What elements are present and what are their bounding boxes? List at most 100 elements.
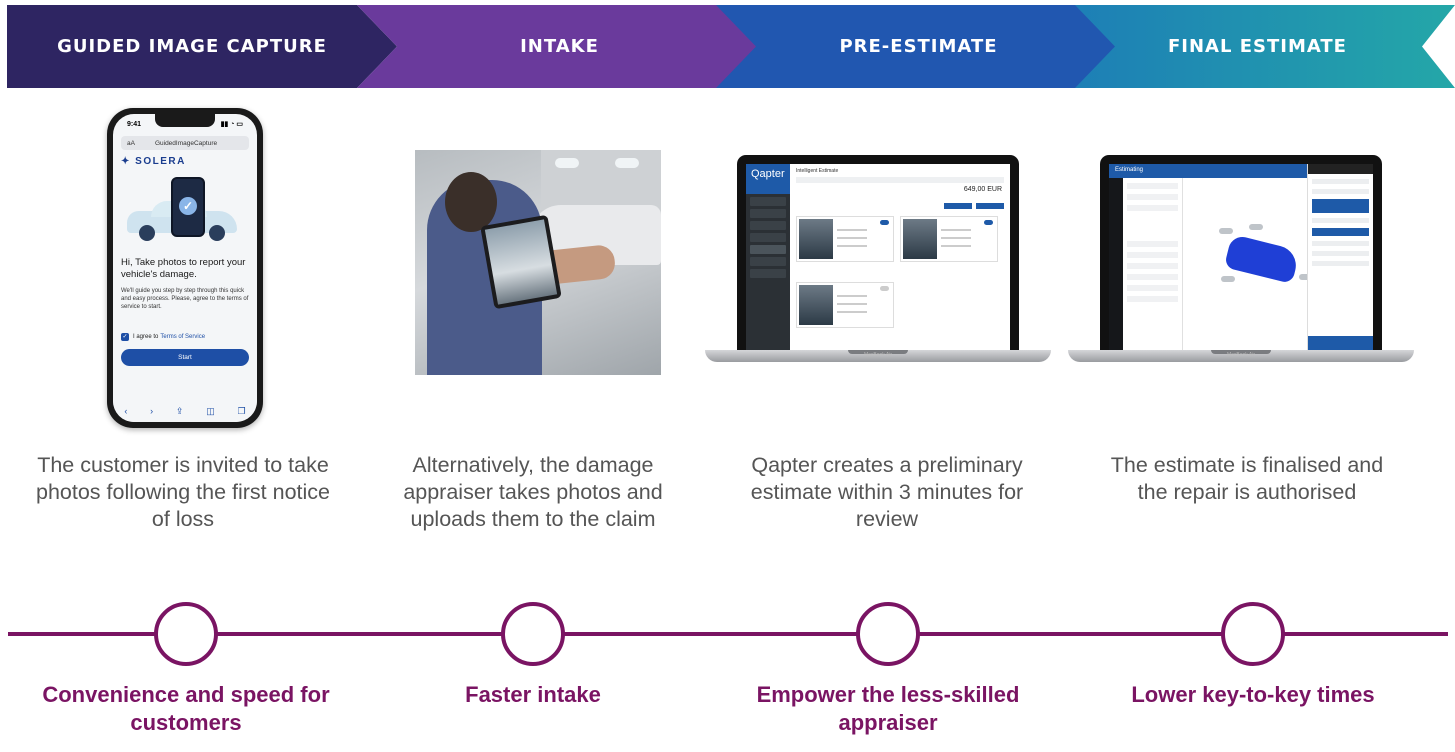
manual-button[interactable] bbox=[944, 203, 972, 209]
appraiser-photo bbox=[415, 150, 661, 375]
url-text: GuidedImageCapture bbox=[154, 139, 218, 147]
car-part[interactable] bbox=[1221, 276, 1235, 282]
qapter-screen: Qapter Intelligent Estimate 649,00 EUR bbox=[746, 164, 1010, 350]
nav-line[interactable] bbox=[1127, 274, 1178, 280]
ceiling-light bbox=[555, 158, 579, 168]
benefit-convenience: Convenience and speed for customers bbox=[42, 682, 330, 735]
toggle-switch[interactable] bbox=[984, 220, 993, 225]
benefit-faster-intake: Faster intake bbox=[465, 682, 601, 707]
estimate-price: 649,00 EUR bbox=[963, 186, 1002, 193]
appraiser-head bbox=[445, 172, 497, 232]
start-button[interactable]: Start bbox=[121, 349, 249, 366]
phone-illustration: ✓ bbox=[171, 177, 205, 237]
logo-mark-icon: ✦ bbox=[121, 156, 131, 167]
panel-line bbox=[1312, 251, 1369, 256]
terms-agreement[interactable]: ✓ I agree to Terms of Service bbox=[121, 333, 249, 341]
bookmarks-icon[interactable]: ◫ bbox=[206, 406, 215, 417]
nav-line[interactable] bbox=[1127, 296, 1178, 302]
panel-line bbox=[1312, 261, 1369, 266]
nav-line[interactable] bbox=[1127, 285, 1178, 291]
nav-line[interactable] bbox=[1127, 241, 1178, 247]
description-pre-estimate: Qapter creates a preliminary estimate wi… bbox=[750, 453, 1024, 531]
phone-notch bbox=[155, 114, 215, 127]
laptop-model-label: MacBook Air bbox=[1226, 352, 1256, 358]
phone-mockup: 9:41 ▮▮ ◔ ▭ aA GuidedImageCapture ✦ SOLE… bbox=[107, 108, 263, 428]
step-label: GUIDED IMAGE CAPTURE bbox=[57, 36, 327, 57]
sidebar-item[interactable] bbox=[750, 197, 786, 206]
sidebar-item-intelligent-estimate[interactable] bbox=[750, 245, 786, 254]
panel-header bbox=[1308, 164, 1373, 174]
process-steps: GUIDED IMAGE CAPTURE INTAKE PRE-ESTIMATE… bbox=[0, 5, 1455, 88]
sidebar-item[interactable] bbox=[750, 269, 786, 278]
card-line bbox=[941, 245, 971, 247]
qapter-main: Intelligent Estimate 649,00 EUR bbox=[790, 164, 1010, 350]
card-line bbox=[837, 311, 867, 313]
step-pre-estimate: PRE-ESTIMATE bbox=[716, 5, 1116, 88]
text-size-icon[interactable]: aA bbox=[127, 140, 135, 147]
damage-photo bbox=[799, 285, 833, 325]
damage-card[interactable] bbox=[796, 216, 894, 262]
step-label: PRE-ESTIMATE bbox=[839, 36, 998, 57]
benefit-lower-key-to-key: Lower key-to-key times bbox=[1131, 682, 1375, 707]
wheel-icon bbox=[139, 225, 155, 241]
exploded-car-view[interactable] bbox=[1219, 224, 1313, 284]
panel-selected-option[interactable] bbox=[1312, 199, 1369, 213]
part-detail-panel bbox=[1307, 164, 1373, 350]
checkmark-icon: ✓ bbox=[179, 197, 197, 215]
sidebar-item[interactable] bbox=[750, 233, 786, 242]
timeline-node bbox=[1221, 602, 1285, 666]
laptop-base: MacBook Air bbox=[705, 350, 1051, 362]
step-label: FINAL ESTIMATE bbox=[1168, 36, 1347, 57]
car-phone-illustration: ✓ bbox=[113, 173, 257, 251]
sidebar-item[interactable] bbox=[750, 257, 786, 266]
benefit-empower-appraiser: Empower the less-skilled appraiser bbox=[756, 682, 1020, 735]
toggle-switch[interactable] bbox=[880, 286, 889, 291]
back-icon[interactable]: ‹ bbox=[124, 406, 127, 416]
panel-line bbox=[1312, 189, 1369, 194]
toggle-switch[interactable] bbox=[880, 220, 889, 225]
add-photos-button[interactable] bbox=[976, 203, 1004, 209]
nav-line[interactable] bbox=[1127, 252, 1178, 258]
car-body-highlight[interactable] bbox=[1223, 234, 1301, 284]
damage-photo bbox=[903, 219, 937, 259]
terms-link[interactable]: Terms of Service bbox=[160, 334, 205, 340]
nav-line[interactable] bbox=[1127, 205, 1178, 211]
card-line bbox=[837, 303, 867, 305]
sidebar-item[interactable] bbox=[750, 221, 786, 230]
estimating-title: Estimating bbox=[1115, 167, 1144, 173]
forward-icon[interactable]: › bbox=[150, 406, 153, 416]
browser-url-bar[interactable]: aA GuidedImageCapture bbox=[121, 136, 249, 150]
phone-time: 9:41 bbox=[127, 120, 142, 128]
solera-logo: ✦ SOLERA bbox=[121, 156, 249, 167]
car-part[interactable] bbox=[1219, 228, 1233, 234]
nav-line[interactable] bbox=[1127, 263, 1178, 269]
card-line bbox=[837, 245, 867, 247]
step-intake: INTAKE bbox=[357, 5, 757, 88]
agree-text: I agree to bbox=[133, 334, 159, 340]
timeline-node bbox=[501, 602, 565, 666]
laptop-lid: Estimating bbox=[1100, 155, 1382, 350]
laptop-lid: Qapter Intelligent Estimate 649,00 EUR bbox=[737, 155, 1019, 350]
panel-selected-option[interactable] bbox=[1312, 228, 1369, 236]
phone-screen: 9:41 ▮▮ ◔ ▭ aA GuidedImageCapture ✦ SOLE… bbox=[113, 114, 257, 422]
sidebar-item[interactable] bbox=[750, 209, 786, 218]
card-line bbox=[941, 229, 971, 231]
car-part[interactable] bbox=[1249, 224, 1263, 230]
share-icon[interactable]: ⇪ bbox=[176, 406, 184, 417]
description-final-estimate: The estimate is finalised and the repair… bbox=[1110, 453, 1384, 504]
timeline-node bbox=[154, 602, 218, 666]
laptop-base: MacBook Air bbox=[1068, 350, 1414, 362]
save-button[interactable] bbox=[1308, 336, 1373, 350]
parts-navigation bbox=[1123, 178, 1183, 350]
checkbox-checked-icon[interactable]: ✓ bbox=[121, 333, 129, 341]
damage-card[interactable] bbox=[900, 216, 998, 262]
browser-toolbar: ‹ › ⇪ ◫ ❐ bbox=[113, 400, 257, 422]
nav-line[interactable] bbox=[1127, 194, 1178, 200]
tabs-icon[interactable]: ❐ bbox=[238, 406, 246, 417]
laptop-model-label: MacBook Air bbox=[863, 352, 893, 358]
nav-line[interactable] bbox=[1127, 183, 1178, 189]
qapter-logo: Qapter bbox=[746, 164, 790, 194]
estimating-screen: Estimating bbox=[1109, 164, 1373, 350]
damage-card[interactable] bbox=[796, 282, 894, 328]
logo-text: SOLERA bbox=[135, 156, 186, 167]
